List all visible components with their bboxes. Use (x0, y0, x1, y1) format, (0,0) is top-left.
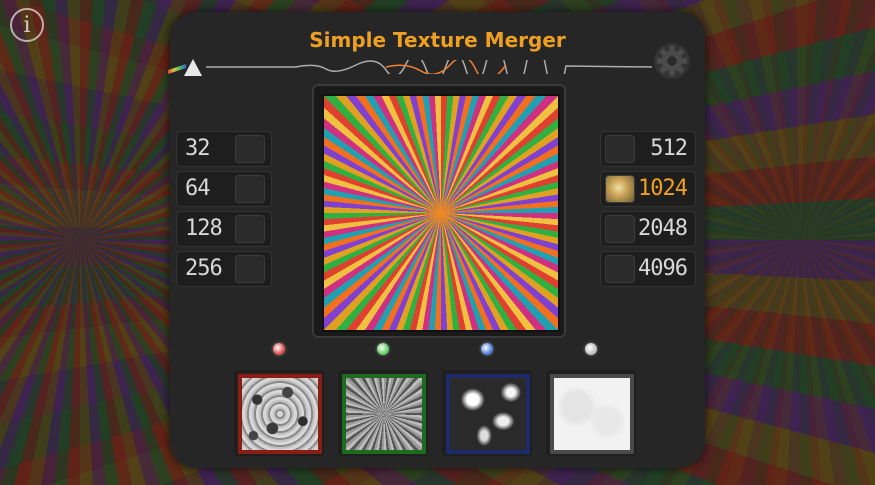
resolution-4096[interactable]: 4096 (600, 251, 696, 287)
resolution-label: 32 (185, 136, 210, 161)
prism-icon (168, 59, 202, 76)
alpha-channel-led (585, 343, 597, 355)
info-icon[interactable]: i (10, 8, 44, 42)
resolution-1024[interactable]: 1024 (600, 171, 696, 207)
blue-channel-slot[interactable] (442, 370, 532, 456)
alpha-channel-slot[interactable] (546, 370, 636, 456)
resolution-checkbox[interactable] (235, 255, 265, 283)
alpha-channel-texture[interactable] (550, 374, 634, 454)
green-channel-texture[interactable] (342, 374, 426, 454)
green-channel-led (377, 343, 389, 355)
resolution-label: 2048 (638, 216, 688, 241)
resolution-checkbox[interactable] (235, 215, 265, 243)
red-channel-texture[interactable] (238, 374, 322, 454)
resolution-128[interactable]: 128 (176, 211, 272, 247)
gear-icon[interactable] (653, 42, 691, 80)
resolution-label: 4096 (638, 256, 688, 281)
resolution-label: 1024 (638, 176, 688, 201)
resolution-label: 64 (185, 176, 210, 201)
resolution-256[interactable]: 256 (176, 251, 272, 287)
resolution-checkbox[interactable] (605, 215, 635, 243)
resolution-checkbox[interactable] (235, 135, 265, 163)
resolution-label: 512 (650, 136, 688, 161)
resolution-label: 256 (185, 256, 223, 281)
red-channel-slot[interactable] (234, 370, 324, 456)
resolution-checkbox[interactable] (605, 175, 635, 203)
resolution-checkbox[interactable] (235, 175, 265, 203)
green-channel-slot[interactable] (338, 370, 428, 456)
waveform-divider (206, 60, 652, 74)
blue-channel-led (481, 343, 493, 355)
merged-texture-preview (322, 94, 560, 332)
resolution-label: 128 (185, 216, 223, 241)
preview-frame (312, 84, 566, 338)
red-channel-led (273, 343, 285, 355)
resolution-checkbox[interactable] (605, 135, 635, 163)
blue-channel-texture[interactable] (446, 374, 530, 454)
main-panel: Simple Texture Merger 32 64 128 256 512 … (168, 12, 705, 468)
app-title: Simple Texture Merger (309, 28, 566, 52)
resolution-512[interactable]: 512 (600, 131, 696, 167)
resolution-checkbox[interactable] (605, 255, 635, 283)
resolution-32[interactable]: 32 (176, 131, 272, 167)
resolution-2048[interactable]: 2048 (600, 211, 696, 247)
resolution-64[interactable]: 64 (176, 171, 272, 207)
